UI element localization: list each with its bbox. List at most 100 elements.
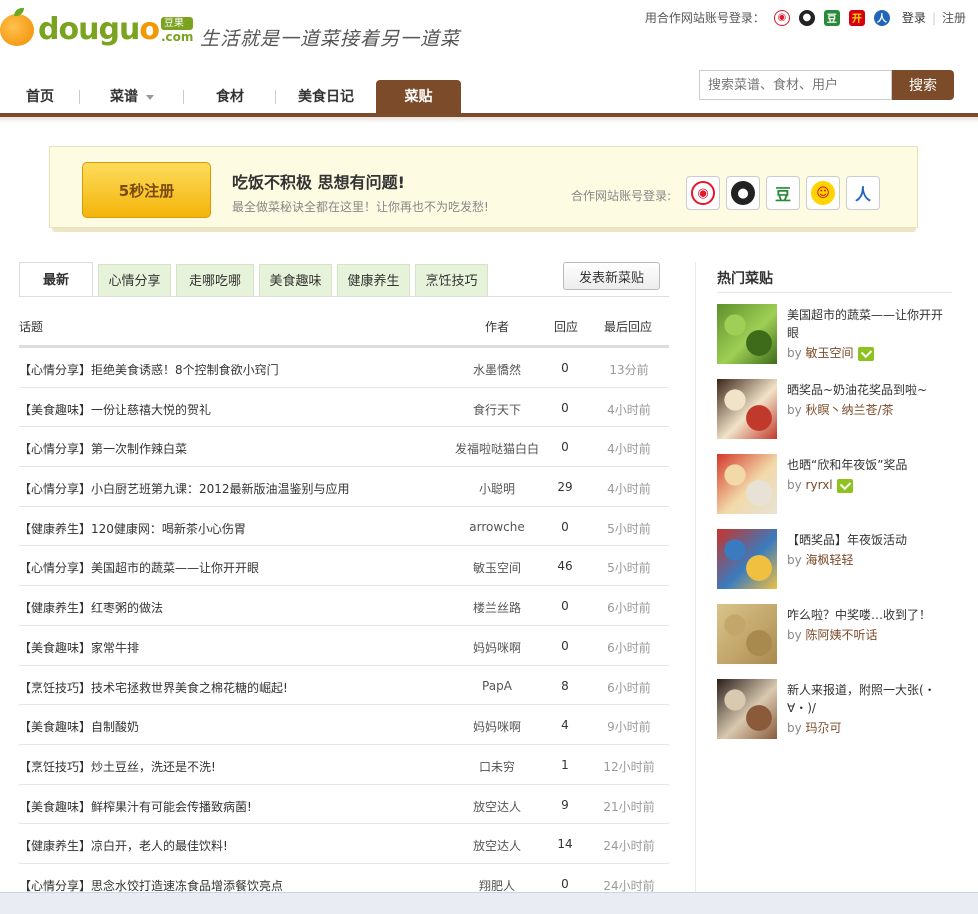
- author-link[interactable]: arrowche: [437, 520, 557, 534]
- logo-badge: 豆果: [160, 16, 194, 30]
- topic-title-link[interactable]: 【烹饪技巧】炒土豆丝，洗还是不洗!: [19, 758, 216, 775]
- nav-item-recipes[interactable]: 菜谱: [80, 80, 184, 114]
- reply-count: 29: [557, 480, 573, 495]
- author-link[interactable]: 放空达人: [437, 798, 557, 815]
- reply-count: 0: [561, 440, 569, 455]
- logo-brand: douguo: [38, 12, 160, 47]
- renren-icon[interactable]: 人: [846, 176, 880, 210]
- author-link[interactable]: 妈妈咪啊: [437, 718, 557, 735]
- hot-post-author-link[interactable]: ryrxl: [806, 478, 833, 492]
- hot-post-thumbnail[interactable]: [717, 304, 777, 364]
- tab-latest[interactable]: 最新: [19, 262, 93, 297]
- nav-item-home[interactable]: 首页: [0, 80, 80, 114]
- hot-post-thumbnail[interactable]: [717, 379, 777, 439]
- search-button[interactable]: 搜索: [892, 70, 954, 100]
- table-row: 【心情分享】拒绝美食诱惑！8个控制食欲小窍门 水墨憍然 0 13分前: [19, 348, 669, 388]
- last-reply-time: 6小时前: [607, 601, 651, 616]
- register-link[interactable]: 注册: [942, 9, 966, 26]
- author-link[interactable]: 小聪明: [437, 480, 557, 497]
- author-link[interactable]: PapA: [437, 679, 557, 693]
- hot-post-item[interactable]: 美国超市的蔬菜——让你开开眼 by 敏玉空间: [717, 304, 957, 366]
- nav-item-posts[interactable]: 菜贴: [376, 80, 461, 114]
- nav-item-food-diary[interactable]: 美食日记: [276, 80, 376, 114]
- tab-food-fun[interactable]: 美食趣味: [259, 264, 332, 297]
- tab-travel-eat[interactable]: 走哪吃哪: [176, 264, 254, 297]
- verified-badge-icon: [836, 478, 853, 493]
- topic-title-link[interactable]: 【美食趣味】自制酸奶: [19, 718, 139, 735]
- author-link[interactable]: 放空达人: [437, 837, 557, 854]
- tab-mood[interactable]: 心情分享: [98, 264, 171, 297]
- hot-post-item[interactable]: 新人来报道，附照一大张(・∀・)/ by 玛尕可: [717, 679, 957, 741]
- hot-post-item[interactable]: 咋么啦？中奖喽…收到了！ by 陈阿姨不听话: [717, 604, 957, 666]
- author-link[interactable]: 敏玉空间: [437, 559, 557, 576]
- new-post-button[interactable]: 发表新菜贴: [563, 262, 660, 290]
- browser-status-bar: [0, 892, 978, 914]
- author-link[interactable]: 食行天下: [437, 401, 557, 418]
- author-link[interactable]: 水墨憍然: [437, 361, 557, 378]
- hot-post-title-link[interactable]: 新人来报道，附照一大张(・∀・)/: [787, 681, 952, 717]
- douban-icon[interactable]: 豆: [766, 176, 800, 210]
- topic-title-link[interactable]: 【健康养生】凉白开，老人的最佳饮料!: [19, 837, 228, 854]
- tabs-underline: [19, 296, 669, 297]
- qq-icon[interactable]: ●: [726, 176, 760, 210]
- last-reply-time: 5小时前: [607, 561, 651, 576]
- hot-post-thumbnail[interactable]: [717, 529, 777, 589]
- hot-post-title-link[interactable]: 咋么啦？中奖喽…收到了！: [787, 606, 952, 624]
- topic-title-link[interactable]: 【健康养生】120健康网：喝新茶小心伤胃: [19, 520, 246, 537]
- author-link[interactable]: 楼兰丝路: [437, 599, 557, 616]
- banner-shadow: [52, 228, 916, 232]
- topic-title-link[interactable]: 【心情分享】拒绝美食诱惑！8个控制食欲小窍门: [19, 361, 279, 378]
- hot-post-title-link[interactable]: 美国超市的蔬菜——让你开开眼: [787, 306, 952, 342]
- author-link[interactable]: 发福啦哒猫白白: [437, 440, 557, 457]
- kaixin-icon[interactable]: 开: [848, 9, 865, 26]
- quick-register-button[interactable]: 5秒注册: [82, 162, 211, 218]
- hot-post-thumbnail[interactable]: [717, 454, 777, 514]
- nav-item-ingredients[interactable]: 食材: [184, 80, 276, 114]
- table-row: 【心情分享】小白厨艺班第九课：2012最新版油温鉴别与应用 小聪明 29 4小时前: [19, 467, 669, 507]
- by-prefix: by: [787, 553, 802, 567]
- hot-post-item[interactable]: 【晒奖品】年夜饭活动 by 海枫轻轻: [717, 529, 957, 591]
- hot-post-title-link[interactable]: 【晒奖品】年夜饭活动: [787, 531, 952, 549]
- topic-title-link[interactable]: 【美食趣味】鲜榨果汁有可能会传播致病菌!: [19, 798, 252, 815]
- hot-post-item[interactable]: 也晒“欣和年夜饭”奖品 by ryrxl: [717, 454, 957, 516]
- author-link[interactable]: 口未穷: [437, 758, 557, 775]
- hot-post-author-link[interactable]: 玛尕可: [806, 721, 842, 735]
- kaixin-icon[interactable]: ☺: [806, 176, 840, 210]
- douban-icon[interactable]: 豆: [823, 9, 840, 26]
- qq-icon[interactable]: ●: [798, 9, 815, 26]
- hot-post-author-link[interactable]: 海枫轻轻: [806, 553, 854, 567]
- verified-badge-icon: [857, 346, 874, 361]
- tab-cooking-tips[interactable]: 烹饪技巧: [415, 264, 488, 297]
- login-link[interactable]: 登录: [902, 9, 926, 26]
- reply-count: 0: [561, 400, 569, 415]
- hot-post-author-link[interactable]: 陈阿姨不听话: [806, 628, 878, 642]
- search-input[interactable]: [699, 70, 892, 100]
- renren-icon[interactable]: 人: [873, 9, 890, 26]
- weibo-icon[interactable]: ◉: [686, 176, 720, 210]
- hot-post-author-link[interactable]: 敏玉空间: [806, 346, 854, 360]
- banner-title: 吃饭不积极 思想有问题!: [232, 173, 405, 192]
- chevron-down-icon: [146, 94, 154, 100]
- slogan: 生活就是一道菜接着另一道菜: [200, 28, 461, 50]
- hot-post-item[interactable]: 晒奖品~奶油花奖品到啦~ by 秋瞑丶纳兰苍/茶: [717, 379, 957, 441]
- table-row: 【健康养生】红枣粥的做法 楼兰丝路 0 6小时前: [19, 586, 669, 626]
- hot-post-thumbnail[interactable]: [717, 679, 777, 739]
- hot-post-thumbnail[interactable]: [717, 604, 777, 664]
- topic-title-link[interactable]: 【烹饪技巧】技术宅拯救世界美食之棉花糖的崛起!: [19, 679, 288, 696]
- topic-title-link[interactable]: 【美食趣味】一份让慈禧大悦的贺礼: [19, 401, 211, 418]
- topic-title-link[interactable]: 【美食趣味】家常牛排: [19, 639, 139, 656]
- hot-post-title-link[interactable]: 晒奖品~奶油花奖品到啦~: [787, 381, 952, 399]
- topic-title-link[interactable]: 【心情分享】第一次制作辣白菜: [19, 440, 187, 457]
- author-link[interactable]: 妈妈咪啊: [437, 639, 557, 656]
- topic-title-link[interactable]: 【心情分享】小白厨艺班第九课：2012最新版油温鉴别与应用: [19, 480, 350, 497]
- weibo-icon[interactable]: ◉: [773, 9, 790, 26]
- hot-post-author-link[interactable]: 秋瞑丶纳兰苍/茶: [806, 403, 894, 417]
- logo[interactable]: douguo 豆果 .com: [0, 8, 194, 47]
- topic-list: 【心情分享】拒绝美食诱惑！8个控制食欲小窍门 水墨憍然 0 13分前 【美食趣味】一份让…: [19, 348, 669, 904]
- tab-health[interactable]: 健康养生: [337, 264, 410, 297]
- topic-title-link[interactable]: 【心情分享】美国超市的蔬菜——让你开开眼: [19, 559, 259, 576]
- topic-title-link[interactable]: 【健康养生】红枣粥的做法: [19, 599, 163, 616]
- search-box: 搜索: [699, 70, 954, 100]
- hot-post-title-link[interactable]: 也晒“欣和年夜饭”奖品: [787, 456, 952, 474]
- last-reply-time: 4小时前: [607, 402, 651, 417]
